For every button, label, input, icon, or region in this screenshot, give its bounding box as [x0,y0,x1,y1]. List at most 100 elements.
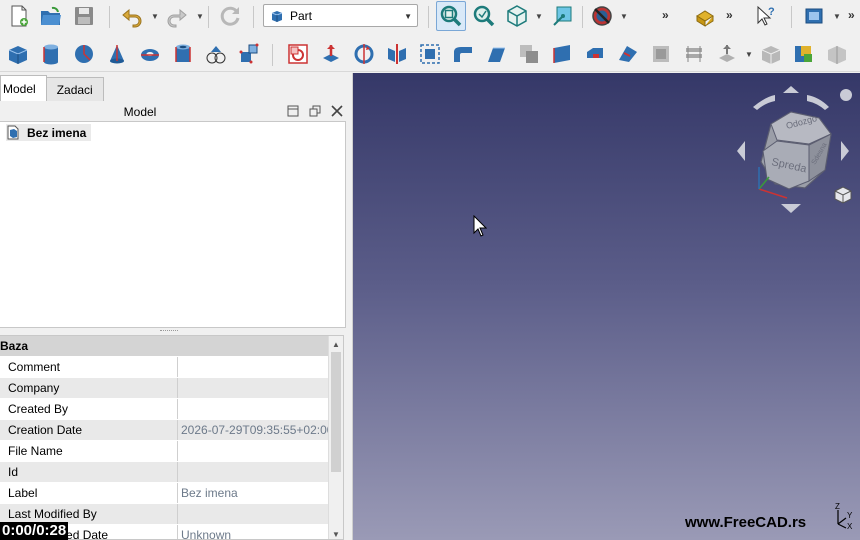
rotate-up-arrow-icon[interactable] [783,86,799,93]
part-primitives-button[interactable] [202,40,230,68]
part-boolean-button[interactable] [790,40,818,68]
part-mirror-button[interactable] [383,40,411,68]
macro-button[interactable] [691,2,719,30]
tab-tasks[interactable]: Zadaci [45,77,104,101]
property-value[interactable] [178,357,328,377]
part-tube-button[interactable] [169,40,197,68]
part-box-button[interactable] [4,40,32,68]
part-shape-builder-button[interactable] [235,40,263,68]
property-row[interactable]: Id [0,462,328,483]
3d-view[interactable]: Odozgo Spreda Sdesna www.FreeCAD.rs Z Y … [353,73,860,540]
property-row[interactable]: Creation Date 2026-07-29T09:35:55+02:00 [0,420,328,441]
measure-button[interactable] [549,2,577,30]
part-cross-sections-button[interactable] [614,40,642,68]
part-sphere-button[interactable] [70,40,98,68]
part-revolve-button[interactable] [350,40,378,68]
part-torus-button[interactable] [136,40,164,68]
property-value[interactable]: Unknown [178,525,328,539]
property-value[interactable]: 2026-07-29T09:35:55+02:00 [178,420,328,440]
part-fillet-button[interactable] [416,40,444,68]
rotate-left-arc-icon[interactable] [753,95,775,110]
sweep-icon [553,45,570,63]
toolbar-extension-button[interactable]: » [848,8,855,22]
rotate-down-arrow-icon[interactable] [781,204,801,213]
scrollbar-thumb[interactable] [331,352,341,472]
navigation-cube[interactable]: Odozgo Spreda Sdesna [723,79,858,219]
open-document-button[interactable] [37,2,65,30]
property-scrollbar[interactable]: ▲ ▼ [328,336,343,539]
scroll-down-icon[interactable]: ▼ [332,530,340,539]
tab-model[interactable]: Model [0,75,47,101]
save-button[interactable] [70,2,98,30]
whats-this-button[interactable]: ? [752,2,780,30]
rotate-right-arrow-icon[interactable] [841,141,849,161]
property-name: Comment [0,357,178,377]
draw-style-button[interactable] [588,2,616,30]
view-cube[interactable]: Odozgo Spreda Sdesna [760,111,832,190]
part-check-geometry-button[interactable] [757,40,785,68]
close-panel-icon[interactable] [330,104,344,118]
property-value[interactable] [178,399,328,419]
draw-style-caret[interactable]: ▼ [620,12,628,21]
collapse-panel-icon[interactable] [286,104,300,118]
view-cube-button[interactable] [801,2,829,30]
tree-document-item[interactable]: Bez imena [6,124,92,141]
property-value[interactable] [178,504,328,524]
workbench-selector[interactable]: Part ▼ [263,4,418,27]
property-value[interactable] [178,462,328,482]
part-section-button[interactable] [581,40,609,68]
part-thickness-button[interactable] [680,40,708,68]
rotate-right-arc-icon[interactable] [807,95,829,110]
fit-selection-button[interactable] [470,2,498,30]
part-make-face-button[interactable] [482,40,510,68]
menu-dot-icon[interactable] [840,89,852,101]
navcube-x-axis [758,188,788,199]
new-document-button[interactable] [5,2,33,30]
part-cone-button[interactable] [103,40,131,68]
navcube-y-axis [758,176,770,190]
float-panel-icon[interactable] [308,104,322,118]
view-cube-caret[interactable]: ▼ [833,12,841,21]
property-row[interactable]: File Name [0,441,328,462]
redo-dropdown-caret[interactable]: ▼ [196,12,204,21]
property-value[interactable] [178,378,328,398]
undo-button[interactable] [118,2,146,30]
part-loft-button[interactable] [515,40,543,68]
part-shape-from-mesh-button[interactable] [284,40,312,68]
part-extrude-button[interactable] [317,40,345,68]
refresh-button[interactable] [216,2,244,30]
property-row[interactable]: Company [0,378,328,399]
property-row[interactable]: Label Bez imena [0,483,328,504]
part-offset-button[interactable] [647,40,675,68]
fit-all-button[interactable] [436,1,466,31]
property-value[interactable]: Bez imena [178,483,328,503]
part-toolbar: ▼ [0,36,860,72]
toolbar-extension-button[interactable]: » [726,8,733,22]
standard-views-caret[interactable]: ▼ [535,12,543,21]
part-sweep-button[interactable] [548,40,576,68]
cross-sections-icon [619,46,637,62]
part-compound-button[interactable] [713,40,741,68]
toolbar-separator [582,6,583,28]
standard-views-button[interactable] [503,2,531,30]
undo-dropdown-caret[interactable]: ▼ [151,12,159,21]
property-value[interactable] [178,441,328,461]
rotate-left-arrow-icon[interactable] [737,141,745,161]
part-cut-button[interactable] [823,40,851,68]
redo-button[interactable] [163,2,191,30]
toolbar-extension-button[interactable]: » [662,8,669,22]
shape-builder-icon [239,43,259,64]
part-cylinder-button[interactable] [37,40,65,68]
projection-cube-icon[interactable] [834,186,852,204]
compound-dropdown-caret[interactable]: ▼ [745,50,753,59]
scroll-up-icon[interactable]: ▲ [332,340,340,349]
undo-icon [122,8,142,28]
panel-splitter[interactable] [0,328,347,334]
part-chamfer-button[interactable] [449,40,477,68]
property-row[interactable]: Created By [0,399,328,420]
property-row[interactable]: Comment [0,357,328,378]
coordinate-axis-indicator: Z Y X [835,502,853,530]
property-group-row[interactable]: Baza [0,336,328,357]
fillet-icon [420,44,440,64]
cut-icon [828,46,846,64]
